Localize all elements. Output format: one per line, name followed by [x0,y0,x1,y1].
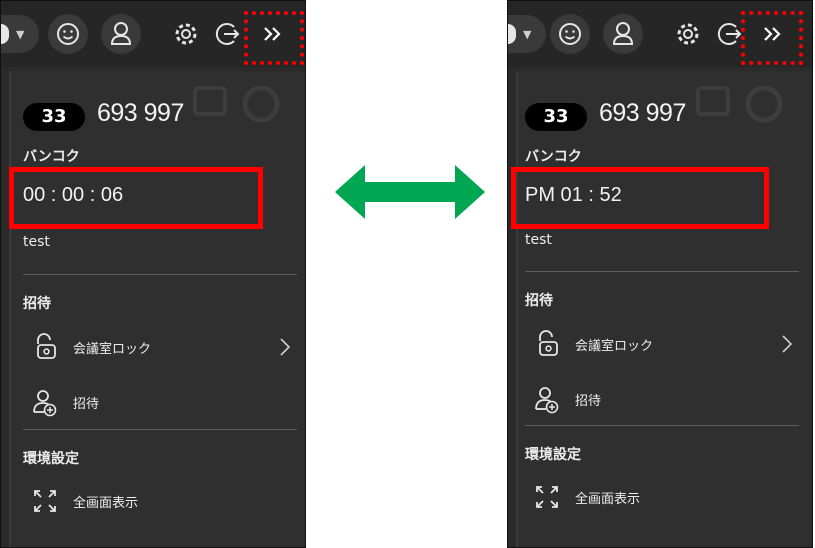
user-icon [612,22,634,45]
settings-section-title: 環境設定 [23,451,79,467]
highlight-box-collapse [244,11,304,65]
padlock-icon [37,333,56,359]
chat-watermark-icon [696,86,783,123]
highlight-box-collapse [741,11,803,65]
chat-watermark-icon [193,86,280,123]
settings-button[interactable] [668,14,708,54]
gear-icon [175,23,197,45]
highlight-box-time [511,167,769,229]
highlight-box-time [9,167,263,229]
country-code-badge: 33 [525,103,587,131]
chevron-right-icon [782,335,793,353]
add-user-icon [535,387,559,414]
view-dropdown[interactable]: ▼ [1,15,39,53]
reaction-button[interactable] [48,14,88,54]
dropdown-caret-icon: ▼ [16,28,25,41]
lock-room-item[interactable]: 会議室ロック [525,324,799,364]
smiley-icon [57,23,79,45]
meeting-panel-left: ▼ 33 693 997 バンコク 00: 00: 06 test 招待 会… [0,0,306,548]
leave-button[interactable] [208,14,248,54]
fullscreen-label: 全画面表示 [73,496,139,511]
lock-room-label: 会議室ロック [73,342,152,357]
fullscreen-item[interactable]: 全画面表示 [23,481,297,521]
lock-room-label: 会議室ロック [575,339,654,354]
timezone-city: バンコク [525,149,582,165]
room-number: 693 997 [97,99,184,127]
meeting-name: test [23,234,50,250]
invite-label: 招待 [575,394,602,409]
meeting-name: test [525,232,552,248]
panel-edge [1,67,9,547]
exit-icon [215,23,240,45]
participants-button[interactable] [101,14,141,54]
fullscreen-label: 全画面表示 [575,492,641,507]
invite-section-title: 招待 [525,293,553,309]
reaction-button[interactable] [550,14,590,54]
country-code-badge: 33 [23,103,85,131]
room-number: 693 997 [599,99,686,127]
settings-button[interactable] [166,14,206,54]
invite-section-title: 招待 [23,296,51,312]
swap-arrow-icon [335,165,485,219]
info-panel [9,71,305,547]
fullscreen-item[interactable]: 全画面表示 [525,477,799,517]
invite-label: 招待 [73,397,100,412]
divider [525,425,799,426]
gear-icon [677,23,699,45]
timezone-city: バンコク [23,149,80,165]
invite-item[interactable]: 招待 [525,379,799,419]
dropdown-caret-icon: ▼ [523,28,532,41]
participants-button[interactable] [603,14,643,54]
panel-edge [508,67,516,547]
fullscreen-icon [536,486,558,508]
add-user-icon [33,390,57,417]
info-panel [516,71,812,547]
divider [525,271,799,272]
invite-item[interactable]: 招待 [23,382,297,422]
divider [23,274,297,275]
view-dropdown[interactable]: ▼ [508,15,546,53]
view-dropdown-indicator [508,24,516,44]
lock-room-item[interactable]: 会議室ロック [23,327,297,367]
chevron-right-icon [280,338,291,356]
settings-section-title: 環境設定 [525,447,581,463]
user-icon [110,22,132,45]
divider [23,429,297,430]
meeting-panel-right: ▼ 33 693 997 バンコク PM 01: 52 test 招待 会議室… [507,0,813,548]
smiley-icon [559,23,581,45]
padlock-icon [539,330,558,356]
view-dropdown-indicator [1,24,9,44]
fullscreen-icon [34,490,56,512]
